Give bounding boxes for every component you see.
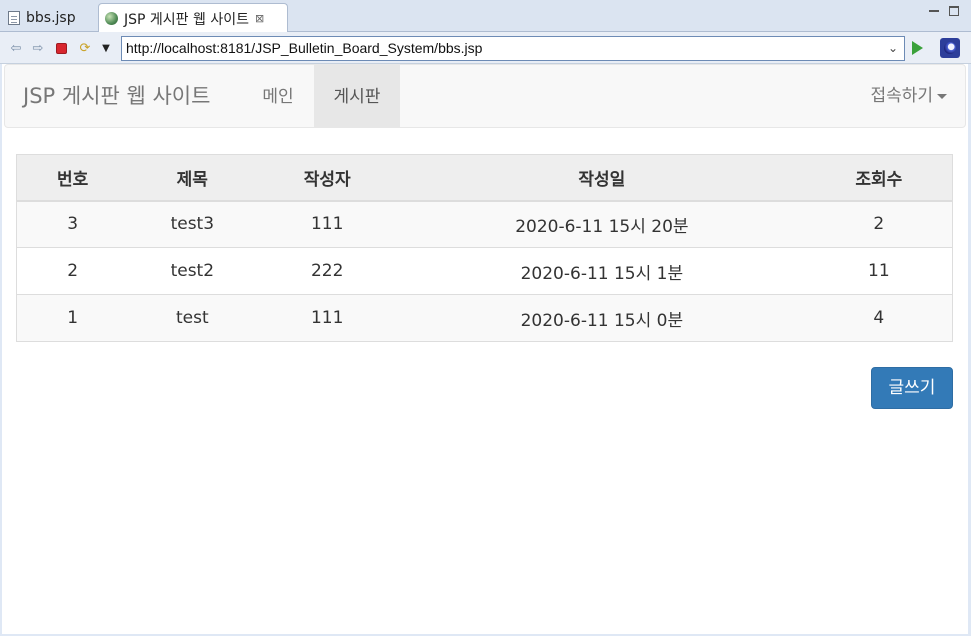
tab-label: JSP 게시판 웹 사이트	[124, 11, 249, 28]
navbar: JSP 게시판 웹 사이트 메인 게시판 접속하기	[4, 64, 966, 128]
globe-icon	[105, 12, 118, 25]
browser-toolbar: ⇦ ⇨ ⟳ ▼ http://localhost:8181/JSP_Bullet…	[0, 32, 971, 64]
cell-title[interactable]: test	[128, 294, 257, 342]
tab-bbs-jsp[interactable]: bbs.jsp	[2, 3, 96, 32]
cell-title[interactable]: test3	[128, 200, 257, 248]
tab-label: bbs.jsp	[26, 9, 76, 26]
table-header-row: 번호 제목 작성자 작성일 조회수	[16, 154, 953, 202]
refresh-icon[interactable]: ⟳	[77, 40, 93, 56]
table-row[interactable]: 2 test2 222 2020-6-11 15시 1분 11	[16, 247, 953, 295]
header-date: 작성일	[398, 154, 806, 202]
cell-date: 2020-6-11 15시 20분	[398, 200, 806, 248]
web-page: JSP 게시판 웹 사이트 메인 게시판 접속하기 번호 제목 작성자 작성일 …	[2, 64, 968, 634]
go-icon[interactable]	[912, 41, 923, 55]
header-title: 제목	[128, 154, 257, 202]
cell-date: 2020-6-11 15시 1분	[398, 247, 806, 295]
editor-tab-strip: bbs.jsp JSP 게시판 웹 사이트 ⊠	[0, 0, 971, 33]
board-table: 번호 제목 작성자 작성일 조회수 3 test3 111 2020-6-11 …	[16, 154, 953, 342]
menu-dropdown-icon[interactable]: ▼	[98, 40, 114, 56]
cell-views: 4	[805, 294, 953, 342]
cell-number: 1	[16, 294, 129, 342]
caret-down-icon	[937, 93, 947, 99]
connect-label: 접속하기	[870, 86, 933, 106]
connect-dropdown[interactable]: 접속하기	[870, 65, 947, 127]
file-icon	[8, 10, 20, 25]
cell-title[interactable]: test2	[128, 247, 257, 295]
nav-item-board[interactable]: 게시판	[314, 65, 400, 127]
eclipse-icon[interactable]	[940, 38, 960, 58]
window-controls	[929, 6, 959, 16]
header-views: 조회수	[805, 154, 953, 202]
table-row[interactable]: 3 test3 111 2020-6-11 15시 20분 2	[16, 200, 953, 248]
cell-date: 2020-6-11 15시 0분	[398, 294, 806, 342]
header-author: 작성자	[256, 154, 399, 202]
url-input[interactable]: http://localhost:8181/JSP_Bulletin_Board…	[121, 36, 905, 61]
cell-views: 11	[805, 247, 953, 295]
header-number: 번호	[16, 154, 129, 202]
chevron-down-icon[interactable]: ⌄	[888, 37, 898, 60]
url-text: http://localhost:8181/JSP_Bulletin_Board…	[126, 40, 483, 56]
tab-browser[interactable]: JSP 게시판 웹 사이트 ⊠	[98, 3, 288, 33]
write-button[interactable]: 글쓰기	[871, 367, 953, 409]
minimize-icon[interactable]	[929, 6, 939, 12]
cell-author: 111	[256, 200, 399, 248]
maximize-icon[interactable]	[949, 6, 959, 16]
nav-item-main[interactable]: 메인	[245, 65, 311, 127]
table-row[interactable]: 1 test 111 2020-6-11 15시 0분 4	[16, 294, 953, 342]
forward-icon[interactable]: ⇨	[30, 40, 46, 56]
cell-number: 2	[16, 247, 129, 295]
close-icon[interactable]: ⊠	[255, 12, 264, 25]
cell-author: 111	[256, 294, 399, 342]
navbar-brand[interactable]: JSP 게시판 웹 사이트	[23, 65, 210, 127]
cell-author: 222	[256, 247, 399, 295]
cell-number: 3	[16, 200, 129, 248]
stop-icon[interactable]	[53, 40, 69, 56]
cell-views: 2	[805, 200, 953, 248]
back-icon[interactable]: ⇦	[8, 40, 24, 56]
